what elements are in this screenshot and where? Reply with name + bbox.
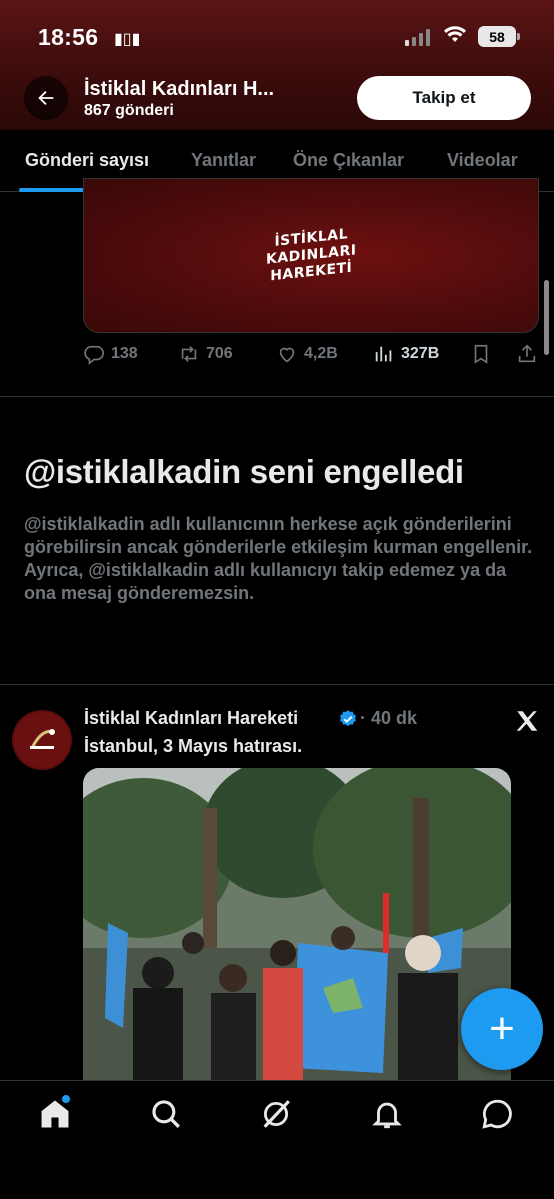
crowd-flags-photo xyxy=(83,768,511,1088)
wifi-icon xyxy=(444,26,466,42)
scrollbar[interactable] xyxy=(544,280,549,355)
tweet-photo[interactable] xyxy=(83,768,511,1088)
blocked-title: @istiklalkadin seni engelledi xyxy=(24,453,464,490)
post-count: 867 gönderi xyxy=(84,102,174,119)
plus-icon: + xyxy=(489,1004,515,1053)
tab-replies[interactable]: Yanıtlar xyxy=(191,150,256,171)
share-icon xyxy=(518,344,536,363)
heart-icon xyxy=(279,347,295,363)
tweet-author[interactable]: İstiklal Kadınları Hareketi xyxy=(84,708,298,729)
avatar[interactable] xyxy=(12,710,72,770)
divider xyxy=(0,396,554,397)
previous-tweet-image[interactable]: İSTİKLAL KADINLARI HAREKETİ xyxy=(83,178,539,333)
avatar-logo-icon xyxy=(14,712,70,768)
bell-icon[interactable] xyxy=(370,1097,404,1131)
status-bar: 18:56 ▮▯▮ 58 xyxy=(0,0,554,70)
tab-posts[interactable]: Gönderi sayısı xyxy=(25,150,149,171)
messages-icon[interactable] xyxy=(480,1097,514,1131)
reply-button[interactable]: 138 xyxy=(83,343,138,365)
grok-icon[interactable] xyxy=(259,1097,293,1131)
reply-count: 138 xyxy=(111,345,138,362)
tweet-time: · 40 dk xyxy=(360,708,418,728)
repost-count: 706 xyxy=(206,345,233,362)
tweet-text: İstanbul, 3 Mayıs hatırası. xyxy=(84,736,303,756)
x-logo-icon xyxy=(516,711,538,731)
tab-highlights[interactable]: Öne Çıkanlar xyxy=(293,150,404,171)
back-button[interactable] xyxy=(24,76,68,120)
repost-icon xyxy=(181,346,197,362)
status-time: 18:56 xyxy=(38,24,99,50)
battery-indicator: 58 xyxy=(478,26,520,47)
bookmark-icon xyxy=(474,344,488,364)
bookmark-button[interactable] xyxy=(470,343,492,365)
compose-button[interactable]: + xyxy=(461,988,543,1070)
profile-name: İstiklal Kadınları H... xyxy=(84,78,275,100)
reply-icon xyxy=(84,345,104,365)
search-icon[interactable] xyxy=(149,1097,183,1131)
like-button[interactable]: 4,2B xyxy=(276,343,338,365)
repost-button[interactable]: 706 xyxy=(178,343,233,365)
view-count: 327B xyxy=(401,345,440,362)
signal-icon xyxy=(405,28,430,46)
verified-badge-icon xyxy=(340,710,356,727)
tweet-actions: 138 706 4,2B 327B xyxy=(83,343,543,371)
follow-button[interactable]: Takip et xyxy=(357,76,531,120)
tab-videos[interactable]: Videolar xyxy=(447,150,518,171)
views-button[interactable]: 327B xyxy=(373,343,439,365)
views-icon xyxy=(375,346,392,362)
notification-dot xyxy=(62,1095,70,1103)
arrow-left-icon xyxy=(38,90,54,106)
sim-icon: ▮▯▮ xyxy=(114,31,141,48)
share-button[interactable] xyxy=(516,343,538,365)
like-count: 4,2B xyxy=(304,345,338,362)
blocked-description: @istiklalkadin adlı kullanıcının herkese… xyxy=(24,514,533,603)
divider xyxy=(0,684,554,685)
bottom-navigation xyxy=(0,1080,554,1199)
brand-logo: İSTİKLAL KADINLARI HAREKETİ xyxy=(265,226,357,285)
